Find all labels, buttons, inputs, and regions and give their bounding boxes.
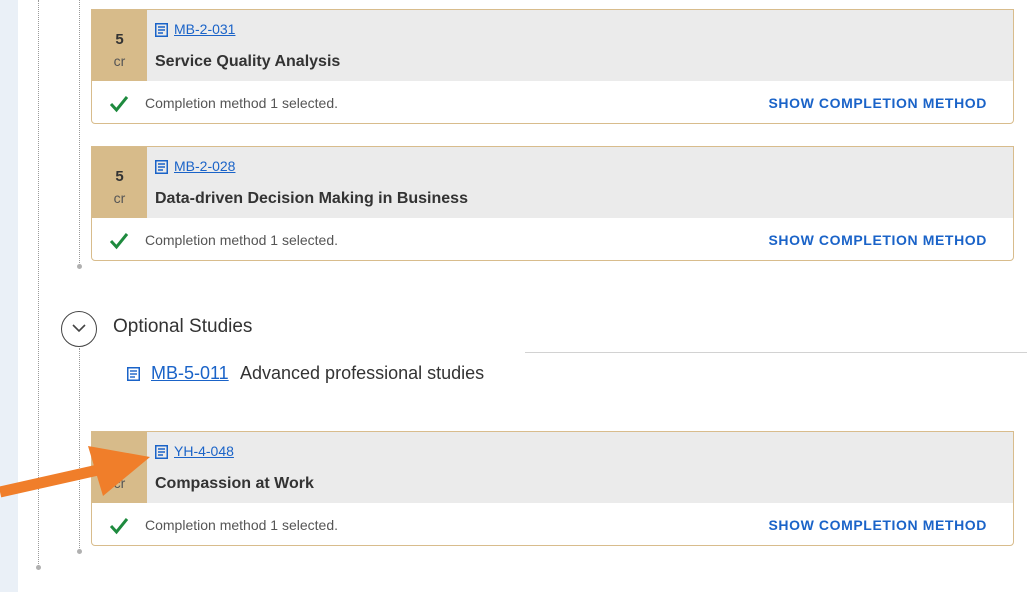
document-icon [155, 160, 168, 174]
tree-node-dot [36, 565, 41, 570]
tree-node-dot [77, 549, 82, 554]
module-code-link[interactable]: MB-5-011 [151, 363, 229, 384]
course-card: 5 cr MB-2-031 Service Quality Analysis C… [91, 9, 1014, 124]
course-card: 5 cr MB-2-028 Data-driven Decision Makin… [91, 146, 1014, 261]
show-completion-method-button[interactable]: SHOW COMPLETION METHOD [768, 232, 987, 248]
credits-unit: cr [113, 53, 126, 69]
course-code-link[interactable]: MB-2-028 [174, 158, 235, 174]
checkmark-icon [109, 96, 129, 113]
tree-node-dot [77, 264, 82, 269]
checkmark-icon [109, 233, 129, 250]
annotation-arrow-icon [0, 446, 150, 498]
course-card-footer: Completion method 1 selected. SHOW COMPL… [92, 218, 1013, 260]
course-code-link[interactable]: MB-2-031 [174, 21, 235, 37]
completion-status: Completion method 1 selected. [145, 232, 338, 248]
completion-status: Completion method 1 selected. [145, 95, 338, 111]
divider [525, 352, 1027, 353]
credits-unit: cr [113, 190, 126, 206]
course-title: Service Quality Analysis [155, 53, 341, 70]
credits-value: 5 [115, 31, 124, 48]
credits-value: 5 [115, 168, 124, 185]
checkmark-icon [109, 518, 129, 535]
course-card: cr YH-4-048 Compassion at Work Completio… [91, 431, 1014, 546]
chevron-down-icon [72, 324, 86, 333]
completion-status: Completion method 1 selected. [145, 517, 338, 533]
course-card-footer: Completion method 1 selected. SHOW COMPL… [92, 503, 1013, 545]
document-icon [127, 367, 140, 381]
section-collapse-button[interactable] [61, 311, 97, 347]
credits-box: 5 cr [92, 147, 147, 218]
course-title: Data-driven Decision Making in Business [155, 190, 468, 207]
show-completion-method-button[interactable]: SHOW COMPLETION METHOD [768, 95, 987, 111]
section-title: Optional Studies [113, 316, 253, 337]
show-completion-method-button[interactable]: SHOW COMPLETION METHOD [768, 517, 987, 533]
module-name: Advanced professional studies [240, 363, 485, 383]
credits-box: 5 cr [92, 10, 147, 81]
document-icon [155, 23, 168, 37]
tree-line-inner [79, 0, 80, 265]
course-card-footer: Completion method 1 selected. SHOW COMPL… [92, 81, 1013, 123]
